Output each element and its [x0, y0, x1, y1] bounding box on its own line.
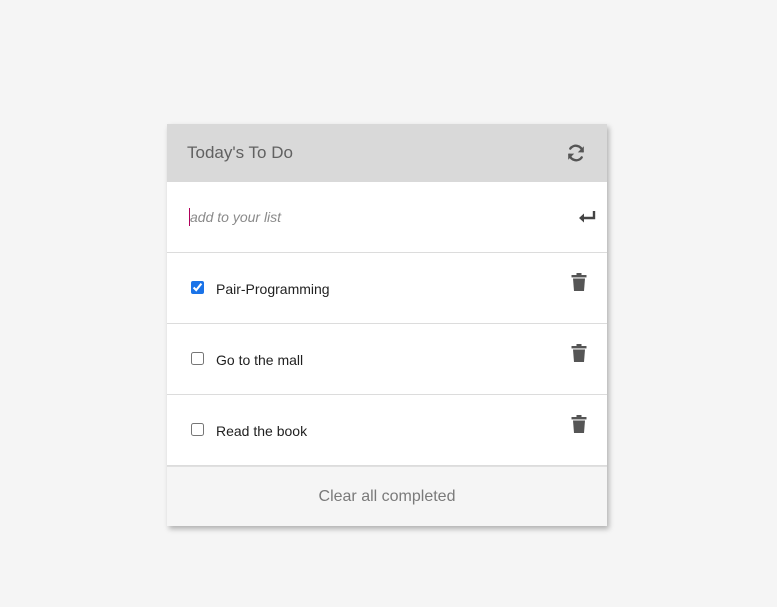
list-item: Go to the mall: [167, 324, 607, 395]
todo-header: Today's To Do: [167, 124, 607, 182]
new-item-row: [167, 182, 607, 253]
clear-completed-button[interactable]: Clear all completed: [167, 466, 607, 526]
refresh-icon[interactable]: [565, 142, 587, 164]
item-label: Go to the mall: [216, 352, 304, 368]
list-item: Pair-Programming: [167, 253, 607, 324]
todo-card: Today's To Do Pair-Programming: [167, 124, 607, 526]
list-item: Read the book: [167, 395, 607, 466]
trash-icon[interactable]: [571, 415, 587, 433]
item-label: Read the book: [216, 423, 308, 439]
page-title: Today's To Do: [187, 143, 293, 162]
trash-icon[interactable]: [571, 273, 587, 291]
new-item-input[interactable]: [189, 208, 577, 226]
item-checkbox[interactable]: [191, 351, 204, 365]
trash-icon[interactable]: [571, 344, 587, 362]
item-label: Pair-Programming: [216, 281, 330, 297]
item-checkbox[interactable]: [191, 280, 204, 294]
enter-arrow-icon[interactable]: [577, 207, 597, 227]
item-checkbox[interactable]: [191, 422, 204, 436]
